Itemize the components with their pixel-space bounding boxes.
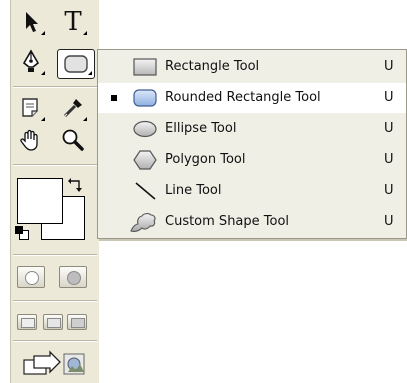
toolbox-divider [13,300,97,302]
toolbox-divider [13,254,97,256]
more-tools-indicator-icon [83,31,87,35]
menu-item-shortcut: U [384,183,394,198]
standard-mode-button[interactable] [17,266,45,288]
menu-item-label: Polygon Tool [165,152,246,167]
custom-shape-icon [130,213,156,232]
default-colors-icon[interactable] [15,226,29,240]
more-tools-indicator-icon [41,31,45,35]
menu-item-shortcut: U [384,214,394,229]
menu-item-label: Line Tool [165,183,222,198]
menu-item-rectangle-tool[interactable]: Rectangle Tool U [98,52,406,82]
menu-item-label: Custom Shape Tool [165,214,290,229]
menu-item-line-tool[interactable]: Line Tool U [98,176,406,206]
notes-tool[interactable] [15,92,47,124]
menu-item-rounded-rectangle-tool[interactable]: Rounded Rectangle Tool U [98,83,406,113]
menu-item-shortcut: U [384,59,394,74]
line-icon [135,182,156,200]
quick-mask-mode-button[interactable] [59,266,87,288]
type-tool-label: T [64,7,82,37]
menu-item-shortcut: U [384,90,394,105]
toolbox-divider [13,86,97,88]
more-tools-indicator-icon [88,71,92,75]
window-icon [21,318,35,328]
magnifier-icon [62,129,84,151]
note-icon [22,98,38,117]
swap-colors-icon[interactable] [67,176,85,194]
menu-item-label: Rounded Rectangle Tool [165,90,321,105]
full-screen-mode-button[interactable] [67,314,87,330]
selected-bullet-icon [111,95,117,101]
full-screen-menu-mode-button[interactable] [43,314,63,330]
jump-to-imageready-button[interactable] [15,346,95,380]
foreground-color-swatch[interactable] [17,178,63,224]
type-tool[interactable]: T [57,6,89,38]
more-tools-indicator-icon [41,71,45,75]
more-tools-indicator-icon [41,117,45,121]
move-tool[interactable] [15,6,47,38]
zoom-tool[interactable] [57,124,89,156]
eyedropper-tool[interactable] [57,92,89,124]
window-icon [71,318,85,328]
shape-tool-button[interactable] [57,49,95,79]
toolbox-divider [13,340,97,342]
menu-item-shortcut: U [384,152,394,167]
menu-item-custom-shape-tool[interactable]: Custom Shape Tool U [98,207,406,237]
shape-tools-flyout-menu: Rectangle Tool U Rounded Rectangle Tool … [97,49,407,239]
toolbox-divider [13,164,97,166]
rounded-rectangle-icon [133,89,157,107]
pen-nib-icon [22,49,40,72]
menu-item-label: Ellipse Tool [165,121,237,136]
standard-mode-icon [25,271,39,285]
eyedropper-icon [63,99,82,118]
quick-mask-mode-icon [67,271,81,285]
standard-screen-mode-button[interactable] [17,314,37,330]
menu-item-shortcut: U [384,121,394,136]
polygon-icon [133,150,157,170]
hand-icon [20,129,38,151]
toolbox: T [10,0,99,383]
rectangle-icon [133,58,157,76]
menu-item-ellipse-tool[interactable]: Ellipse Tool U [98,114,406,144]
menu-item-label: Rectangle Tool [165,59,260,74]
menu-item-polygon-tool[interactable]: Polygon Tool U [98,145,406,175]
ellipse-icon [133,120,157,138]
arrow-pointer-icon [26,12,38,32]
rounded-rectangle-icon [64,55,88,73]
pen-tool[interactable] [15,46,47,78]
hand-tool[interactable] [15,124,47,156]
more-tools-indicator-icon [83,117,87,121]
window-icon [47,318,61,328]
jump-to-imageready-icon [23,350,85,375]
